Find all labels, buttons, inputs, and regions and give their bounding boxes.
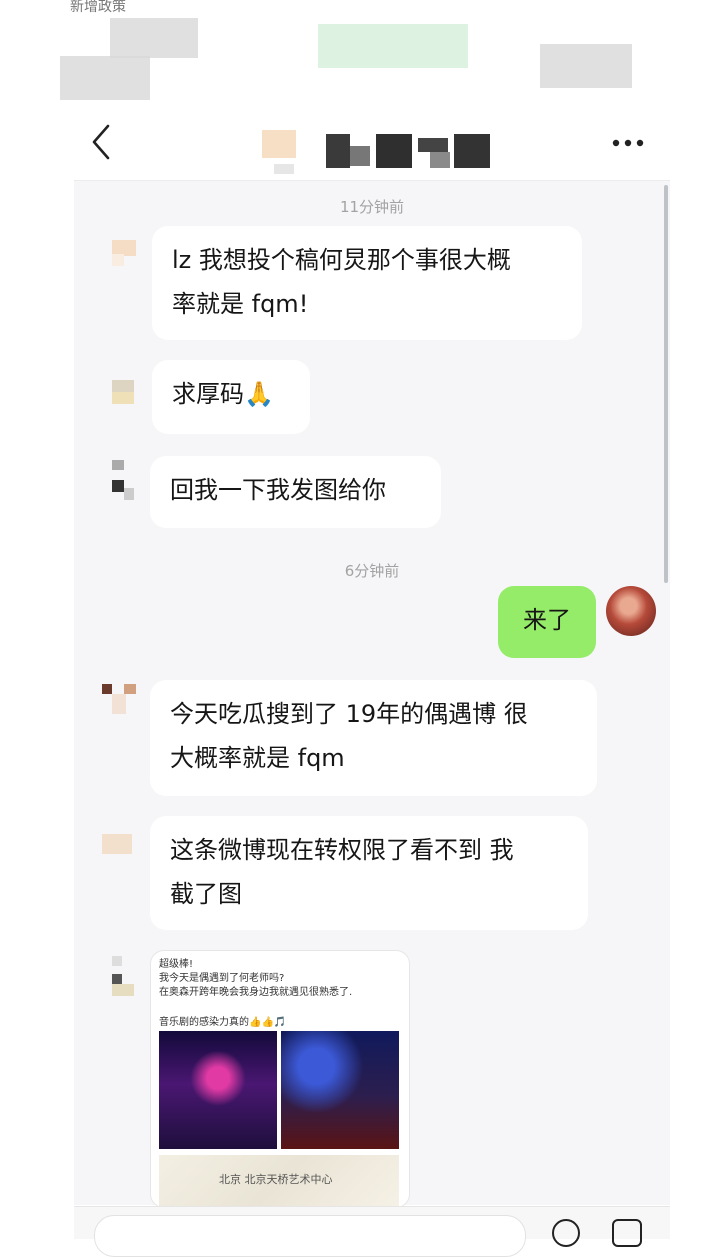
avatar[interactable] (102, 834, 138, 870)
contact-avatar (262, 130, 298, 178)
emoji-icon[interactable] (552, 1219, 580, 1247)
message-bubble[interactable]: 这条微博现在转权限了看不到 我 截了图 (150, 816, 588, 930)
nav-bar (0, 100, 728, 180)
map-location-label: 北京 北京天桥艺术中心 (219, 1173, 333, 1186)
input-bar (74, 1206, 670, 1257)
screenshot-text-line: 超级棒! (159, 959, 194, 970)
blurred-status-region (110, 18, 198, 58)
avatar[interactable] (112, 956, 148, 996)
my-avatar[interactable] (606, 586, 656, 636)
screenshot-text-line: 我今天是偶遇到了何老师吗? (159, 973, 285, 984)
location-map: 北京 北京天桥艺术中心 (159, 1155, 399, 1207)
message-bubble[interactable]: lz 我想投个稿何炅那个事很大概 率就是 fqm! (152, 226, 582, 340)
audience-photo (281, 1031, 399, 1149)
more-dots-icon (612, 139, 644, 147)
my-message-bubble[interactable]: 来了 (498, 586, 596, 658)
contact-name-pixelated (326, 132, 490, 168)
message-bubble[interactable]: 求厚码🙏 (152, 360, 310, 434)
plus-icon[interactable] (612, 1219, 642, 1247)
back-arrow-icon (92, 124, 110, 160)
scrollbar[interactable] (664, 185, 668, 583)
timestamp: 11分钟前 (339, 198, 405, 216)
blurred-status-region (540, 44, 632, 88)
screenshot-text-line: 在奥森开跨年晚会我身边我就遇见很熟悉了. (159, 987, 353, 998)
message-input[interactable] (94, 1215, 526, 1257)
image-message[interactable]: 超级棒! 我今天是偶遇到了何老师吗? 在奥森开跨年晚会我身边我就遇见很熟悉了. … (150, 950, 410, 1208)
avatar[interactable] (102, 684, 138, 720)
blurred-status-region (318, 24, 468, 68)
message-bubble[interactable]: 今天吃瓜搜到了 19年的偶遇博 很 大概率就是 fqm (150, 680, 597, 796)
back-button[interactable] (88, 122, 118, 162)
avatar[interactable] (112, 240, 148, 276)
status-bar-text: 新增政策 (70, 0, 126, 15)
stage-photo (159, 1031, 277, 1149)
blurred-status-region (60, 56, 150, 100)
avatar[interactable] (112, 380, 148, 416)
more-button[interactable] (606, 128, 652, 158)
message-bubble[interactable]: 回我一下我发图给你 (150, 456, 441, 528)
avatar[interactable] (112, 460, 148, 500)
timestamp: 6分钟前 (344, 562, 400, 580)
screenshot-text-line: 音乐剧的感染力真的👍👍🎵 (159, 1017, 287, 1028)
